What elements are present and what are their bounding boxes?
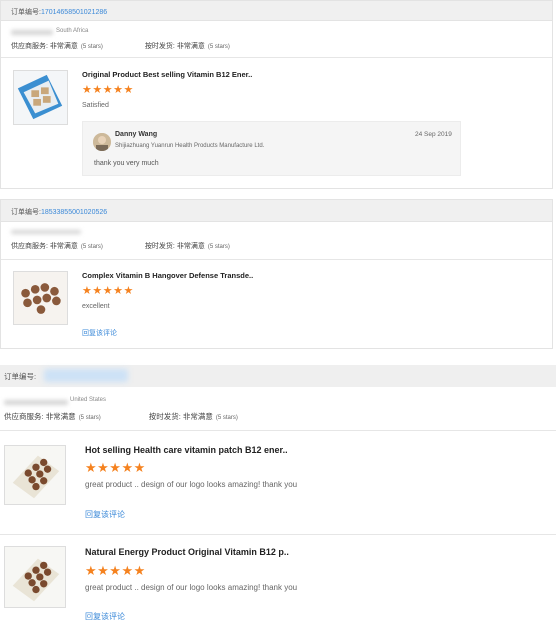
order-id-link[interactable]: 17014658501021286: [41, 9, 107, 16]
supplier-rating-line: 供应商服务: 非常满意 (5 stars) 按时发货: 非常满意 (5 stars): [11, 43, 230, 50]
buyer-name-redacted: [4, 400, 68, 405]
review-comment: great product .. design of our logo look…: [85, 583, 298, 592]
supplier-reply-box: Danny Wang Shijiazhuang Yuanrun Health P…: [82, 121, 461, 176]
divider: [0, 430, 556, 431]
review-comment: great product .. design of our logo look…: [85, 480, 298, 489]
reply-to-review-link[interactable]: 回复该评论: [85, 611, 125, 622]
review-comment: Satisfied: [82, 102, 109, 109]
divider: [1, 259, 552, 260]
divider: [0, 534, 556, 535]
reply-to-review-link[interactable]: 回复该评论: [85, 509, 125, 520]
order-card-1: 订单编号:17014658501021286 South Africa 供应商服…: [0, 0, 553, 189]
avatar: [93, 133, 111, 151]
product-thumbnail[interactable]: [13, 271, 68, 325]
order-card-3: 订单编号: United States 供应商服务: 非常满意 (5 stars)…: [0, 365, 556, 631]
order-card-2: 订单编号:18533855001020526 供应商服务: 非常满意 (5 sta…: [0, 199, 553, 349]
buyer-name-redacted: [11, 30, 53, 35]
order-id-redacted: [44, 369, 128, 382]
buyer-name-redacted: [11, 230, 81, 234]
buyer-country: United States: [70, 397, 107, 403]
product-title-link[interactable]: Original Product Best selling Vitamin B1…: [82, 70, 252, 79]
order-number-label: 订单编号:17014658501021286: [11, 9, 108, 16]
product-title-link[interactable]: Hot selling Health care vitamin patch B1…: [85, 445, 288, 455]
buyer-country: South Africa: [56, 28, 89, 34]
reply-to-review-link[interactable]: 回复该评论: [82, 328, 117, 338]
rating-stars: ★★★★★: [85, 460, 146, 475]
product-title-link[interactable]: Complex Vitamin B Hangover Defense Trans…: [82, 271, 253, 280]
divider: [1, 57, 552, 58]
reply-date: 24 Sep 2019: [415, 131, 452, 138]
order-id-link[interactable]: 18533855001020526: [41, 209, 107, 216]
supplier-rating-line: 供应商服务: 非常满意 (5 stars) 按时发货: 非常满意 (5 stars): [11, 243, 230, 250]
rating-stars: ★★★★★: [82, 84, 134, 96]
rating-stars: ★★★★★: [82, 285, 134, 297]
order-header: 订单编号:: [0, 365, 556, 387]
reply-text: thank you very much: [94, 160, 159, 167]
order-header: 订单编号:18533855001020526: [1, 200, 552, 222]
order-number-label: 订单编号:18533855001020526: [11, 209, 108, 216]
review-comment: excellent: [82, 303, 110, 310]
reply-author-name: Danny Wang: [115, 131, 158, 138]
product-title-link[interactable]: Natural Energy Product Original Vitamin …: [85, 547, 289, 557]
product-thumbnail[interactable]: [13, 70, 68, 125]
product-thumbnail[interactable]: [4, 445, 66, 505]
product-thumbnail[interactable]: [4, 546, 66, 608]
rating-stars: ★★★★★: [85, 563, 146, 578]
order-number-label: 订单编号:: [4, 372, 37, 381]
order-header: 订单编号:17014658501021286: [1, 1, 552, 21]
reply-author-company: Shijiazhuang Yuanrun Health Products Man…: [115, 143, 265, 149]
supplier-rating-line: 供应商服务: 非常满意 (5 stars) 按时发货: 非常满意 (5 stars): [4, 412, 238, 421]
